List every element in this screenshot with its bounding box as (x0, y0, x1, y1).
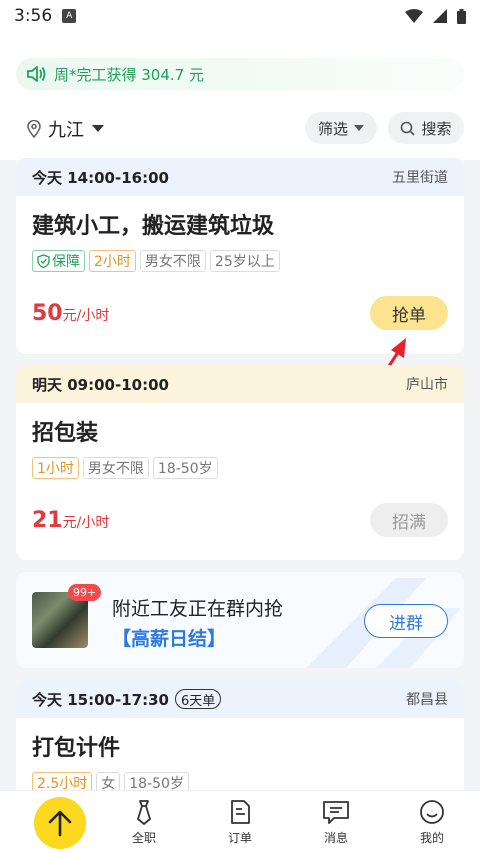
filter-label: 筛选 (317, 119, 348, 138)
job-time-header: 今天 14:00-16:00 五里街道 (16, 158, 464, 196)
age-tag: 18-50岁 (152, 457, 218, 479)
speaker-icon (27, 66, 46, 82)
price-value: 50 (32, 301, 63, 326)
job-time-header: 明天 09:00-10:00 庐山市 (16, 365, 464, 403)
guarantee-tag: 保障 (32, 250, 85, 272)
search-button[interactable]: 搜索 (388, 112, 464, 144)
full-status-button[interactable]: 招满 (370, 503, 448, 537)
tag-label: 保障 (52, 254, 80, 270)
price-unit: 元/小时 (62, 515, 110, 531)
app-notification-icon: A (62, 9, 77, 23)
job-title: 招包装 (32, 421, 99, 446)
job-time: 今天 14:00-16:00 (32, 168, 169, 187)
tab-orders[interactable]: 订单 (210, 799, 270, 846)
signal-icon (433, 9, 447, 23)
duration-tag: 2小时 (89, 250, 136, 272)
job-area: 都昌县 (406, 692, 448, 708)
wifi-icon (405, 9, 423, 23)
job-time-header: 今天 15:00-17:30 6天单 都昌县 (16, 680, 464, 718)
tab-profile[interactable]: 我的 (402, 799, 462, 846)
price-unit: 元/小时 (62, 308, 110, 324)
group-invite-banner[interactable]: 99+ 附近工友正在群内抢 【高薪日结】 进群 (16, 572, 464, 668)
days-badge: 6天单 (174, 689, 222, 709)
job-tags: 保障 2小时 男女不限 25岁以上 (32, 250, 280, 272)
tab-label: 消息 (323, 831, 348, 845)
job-time: 明天 09:00-10:00 (32, 375, 169, 394)
join-group-button[interactable]: 进群 (364, 604, 448, 638)
job-area: 五里街道 (392, 170, 448, 186)
city-label: 九江 (48, 120, 84, 141)
scroll-top-button[interactable] (34, 797, 86, 849)
age-tag: 25岁以上 (209, 250, 280, 272)
location-selector[interactable]: 九江 (26, 116, 104, 142)
grab-order-button[interactable]: 抢单 (370, 296, 448, 330)
shield-check-icon (37, 254, 50, 268)
job-card[interactable]: 今天 14:00-16:00 五里街道 建筑小工，搬运建筑垃圾 保障 2小时 男… (16, 158, 464, 354)
price-value: 21 (32, 508, 63, 533)
tab-messages[interactable]: 消息 (306, 799, 366, 846)
search-icon (401, 121, 416, 136)
job-tags: 1小时 男女不限 18-50岁 (32, 457, 218, 479)
arrow-up-icon (48, 810, 72, 837)
tab-fulltime[interactable]: 全职 (114, 799, 174, 846)
tab-label: 全职 (131, 831, 156, 845)
tab-label: 我的 (419, 831, 444, 845)
notice-text: 周*完工获得 304.7 元 (54, 65, 204, 84)
job-title: 打包计件 (32, 736, 121, 761)
job-price: 21元/小时 (32, 508, 109, 533)
status-bar: 3:56 A (0, 0, 480, 32)
tab-label: 订单 (227, 831, 252, 845)
battery-icon (457, 8, 466, 24)
job-price: 50元/小时 (32, 301, 109, 326)
income-notice: 周*完工获得 304.7 元 (16, 58, 464, 90)
message-icon (323, 801, 349, 824)
job-card[interactable]: 今天 15:00-17:30 6天单 都昌县 打包计件 2.5小时 女 18-5… (16, 680, 464, 800)
search-label: 搜索 (421, 119, 452, 138)
caret-down-icon (354, 125, 364, 131)
tie-icon (137, 800, 151, 825)
group-line2: 【高薪日结】 (112, 628, 227, 650)
gender-tag: 男女不限 (139, 250, 206, 272)
job-area: 庐山市 (406, 377, 448, 393)
location-pin-icon (27, 120, 41, 138)
document-icon (231, 800, 250, 824)
header: 周*完工获得 304.7 元 九江 筛选 搜索 (0, 32, 480, 160)
smile-icon (420, 800, 444, 824)
caret-down-icon (92, 125, 104, 132)
filter-button[interactable]: 筛选 (305, 112, 377, 144)
group-line1: 附近工友正在群内抢 (112, 598, 284, 620)
gender-tag: 男女不限 (82, 457, 149, 479)
duration-tag: 1小时 (32, 457, 79, 479)
job-time: 今天 15:00-17:30 (32, 690, 169, 709)
job-title: 建筑小工，搬运建筑垃圾 (32, 214, 275, 239)
job-card[interactable]: 明天 09:00-10:00 庐山市 招包装 1小时 男女不限 18-50岁 2… (16, 365, 464, 560)
status-time: 3:56 (14, 6, 53, 26)
member-count-badge: 99+ (68, 584, 102, 601)
